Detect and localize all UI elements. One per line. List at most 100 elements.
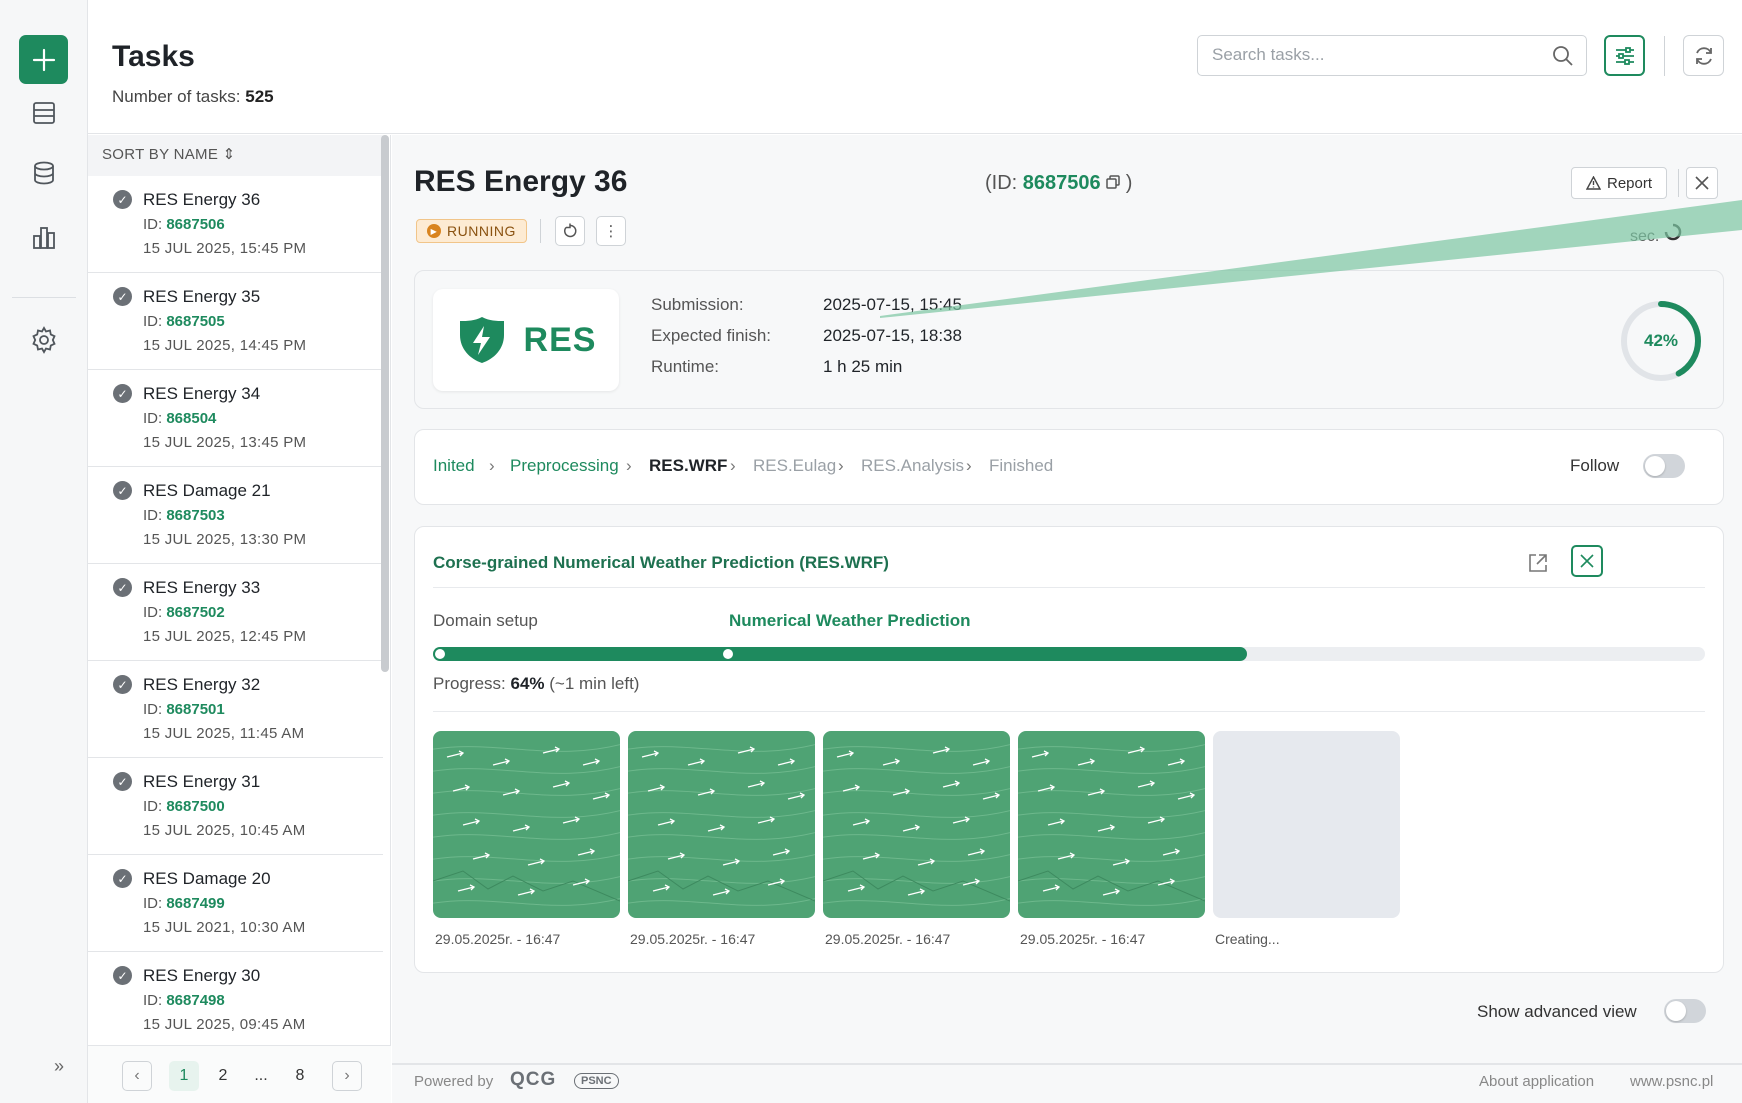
- about-link[interactable]: About application: [1479, 1073, 1594, 1090]
- stats-nav-button[interactable]: [26, 220, 62, 256]
- filter-button[interactable]: [1604, 35, 1645, 76]
- task-id-number: 8687500: [166, 798, 225, 815]
- thumbnail-label: 29.05.2025r. - 16:47: [825, 931, 951, 947]
- more-options-button[interactable]: ⋮: [596, 216, 626, 246]
- step-res-eulag[interactable]: RES.Eulag: [753, 456, 836, 476]
- restart-icon: [564, 223, 577, 238]
- psnc-website-link[interactable]: www.psnc.pl: [1630, 1073, 1713, 1090]
- weather-map-thumbnail[interactable]: [823, 731, 1010, 918]
- task-date: 15 JUL 2025, 09:45 AM: [143, 1016, 306, 1033]
- copy-icon[interactable]: [1106, 175, 1120, 189]
- task-id-line: ID: 8687506: [143, 216, 225, 233]
- task-list-item[interactable]: ✓ RES Energy 33 ID: 8687502 15 JUL 2025, 12…: [88, 564, 383, 661]
- res-bolt-shield-icon: [459, 317, 504, 363]
- task-date: 15 JUL 2025, 10:45 AM: [143, 822, 306, 839]
- list-scrollbar[interactable]: [381, 135, 389, 672]
- refresh-icon: [1695, 46, 1712, 65]
- status-separator: [540, 219, 541, 243]
- expected-finish-value: 2025-07-15, 18:38: [823, 326, 962, 345]
- task-id-line: ID: 8687505: [143, 313, 225, 330]
- pagination: ‹ 1 2 ... 8 ›: [88, 1045, 391, 1103]
- new-task-button[interactable]: [19, 35, 68, 84]
- search-box[interactable]: [1197, 35, 1587, 76]
- weather-map-thumbnail[interactable]: [628, 731, 815, 918]
- step-inited[interactable]: Inited: [433, 456, 475, 476]
- overall-progress-value: 42%: [1643, 331, 1679, 350]
- task-list-item[interactable]: ✓ RES Energy 32 ID: 8687501 15 JUL 2025, 11…: [88, 661, 383, 758]
- task-id-line: ID: 8687500: [143, 798, 225, 815]
- search-icon[interactable]: [1552, 45, 1574, 67]
- sort-by-name-button[interactable]: SORT BY NAME ⇕: [88, 135, 383, 176]
- task-name: RES Energy 33: [143, 578, 261, 597]
- task-id-number: 8687506: [166, 216, 225, 233]
- stage-divider: [433, 587, 1705, 588]
- tasks-nav-button[interactable]: [26, 95, 62, 131]
- step-res-wrf[interactable]: RES.WRF: [649, 456, 727, 476]
- check-circle-icon: ✓: [113, 966, 132, 985]
- next-page-button[interactable]: ›: [332, 1061, 362, 1091]
- task-list-item[interactable]: ✓ RES Damage 21 ID: 8687503 15 JUL 2025, 13…: [88, 467, 383, 564]
- task-list-item[interactable]: ✓ RES Damage 20 ID: 8687499 15 JUL 2021, 10…: [88, 855, 383, 952]
- thumbnail-label: 29.05.2025r. - 16:47: [1020, 931, 1146, 947]
- step-preprocessing[interactable]: Preprocessing: [510, 456, 619, 476]
- task-date: 15 JUL 2021, 10:30 AM: [143, 919, 306, 936]
- spinner-icon: [1664, 223, 1682, 241]
- task-name: RES Damage 20: [143, 869, 271, 888]
- advanced-view-toggle[interactable]: [1664, 999, 1706, 1023]
- task-id-line: ID: 868504: [143, 410, 216, 427]
- progress-label: Progress:: [433, 674, 506, 693]
- check-circle-icon: ✓: [113, 772, 132, 791]
- runtime-value: 1 h 25 min: [823, 357, 903, 376]
- database-icon: [34, 161, 54, 185]
- task-id-prefix: ID:: [143, 313, 163, 330]
- task-id-prefix: ID:: [143, 798, 163, 815]
- data-nav-button[interactable]: [26, 155, 62, 191]
- close-detail-button[interactable]: [1686, 167, 1718, 199]
- step-finished[interactable]: Finished: [989, 456, 1053, 476]
- page-2-button[interactable]: 2: [208, 1061, 238, 1091]
- follow-toggle-knob: [1645, 456, 1665, 476]
- task-count-label: Number of tasks:: [112, 87, 241, 106]
- chart-icon: [33, 227, 55, 249]
- report-button[interactable]: Report: [1571, 167, 1667, 199]
- task-date: 15 JUL 2025, 11:45 AM: [143, 725, 305, 742]
- res-logo: RES: [433, 289, 619, 391]
- partial-timer-label: sec.: [1630, 228, 1660, 245]
- refresh-button[interactable]: [1683, 35, 1724, 76]
- submission-value: 2025-07-15, 15:45: [823, 295, 962, 314]
- task-list-item[interactable]: ✓ RES Energy 30 ID: 8687498 15 JUL 2025, 09…: [88, 952, 383, 1049]
- task-list: SORT BY NAME ⇕ ✓ RES Energy 36 ID: 8687506…: [88, 135, 391, 1103]
- page-1-button[interactable]: 1: [169, 1061, 199, 1091]
- phase-nwp: Numerical Weather Prediction: [729, 611, 971, 630]
- submission-label: Submission:: [651, 295, 744, 314]
- close-stage-button[interactable]: [1571, 545, 1603, 577]
- running-icon: ▶: [427, 224, 441, 238]
- search-input[interactable]: [1212, 45, 1532, 65]
- step-res-analysis[interactable]: RES.Analysis: [861, 456, 964, 476]
- runtime-label: Runtime:: [651, 357, 720, 376]
- stage-progress-text: Progress: 64% (~1 min left): [433, 674, 639, 694]
- task-id-prefix: ID:: [143, 992, 163, 1009]
- external-link-icon[interactable]: [1527, 552, 1549, 574]
- task-list-item[interactable]: ✓ RES Energy 36 ID: 8687506 15 JUL 2025, 15…: [88, 176, 383, 273]
- task-list-item[interactable]: ✓ RES Energy 31 ID: 8687500 15 JUL 2025, 10…: [88, 758, 383, 855]
- sort-chevrons-icon: ⇕: [222, 146, 236, 163]
- follow-toggle[interactable]: [1643, 454, 1685, 478]
- partial-timer-text: sec.: [1630, 223, 1682, 246]
- header-separator: [1678, 169, 1679, 197]
- page-8-button[interactable]: 8: [285, 1061, 315, 1091]
- expand-rail-button[interactable]: »: [54, 1056, 64, 1077]
- report-label: Report: [1606, 174, 1653, 192]
- task-list-item[interactable]: ✓ RES Energy 34 ID: 868504 15 JUL 2025, 13:…: [88, 370, 383, 467]
- stage-progress-bar: [433, 647, 1705, 661]
- weather-map-thumbnail[interactable]: [433, 731, 620, 918]
- settings-nav-button[interactable]: [26, 322, 62, 358]
- weather-map-thumbnail[interactable]: [1018, 731, 1205, 918]
- restart-button[interactable]: [555, 216, 585, 246]
- task-title: RES Energy 36: [414, 165, 628, 198]
- stage-card: Corse-grained Numerical Weather Predicti…: [414, 526, 1724, 973]
- follow-label: Follow: [1570, 456, 1620, 475]
- task-list-item[interactable]: ✓ RES Energy 35 ID: 8687505 15 JUL 2025, 14…: [88, 273, 383, 370]
- task-id-line: ID: 8687499: [143, 895, 225, 912]
- prev-page-button[interactable]: ‹: [122, 1061, 152, 1091]
